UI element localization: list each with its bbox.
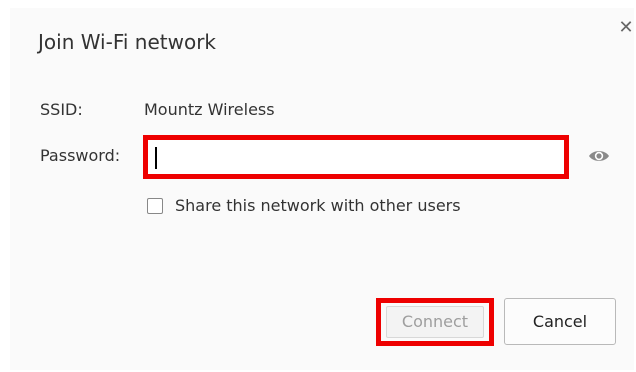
share-network-label[interactable]: Share this network with other users — [175, 196, 461, 215]
password-field-highlight — [143, 135, 569, 179]
ssid-value: Mountz Wireless — [144, 100, 275, 119]
connect-button-highlight: Connect — [376, 298, 494, 346]
close-icon[interactable]: ✕ — [618, 18, 634, 38]
connect-button[interactable]: Connect — [386, 306, 484, 338]
ssid-label: SSID: — [40, 100, 83, 119]
password-label: Password: — [40, 146, 121, 165]
share-network-checkbox[interactable] — [147, 198, 163, 214]
cancel-button[interactable]: Cancel — [504, 298, 616, 345]
join-wifi-dialog: Join Wi-Fi network ✕ SSID: Mountz Wirele… — [10, 8, 634, 370]
password-input[interactable] — [153, 144, 563, 172]
eye-icon[interactable] — [588, 148, 610, 164]
dialog-title: Join Wi-Fi network — [38, 30, 217, 54]
text-caret — [155, 147, 157, 169]
